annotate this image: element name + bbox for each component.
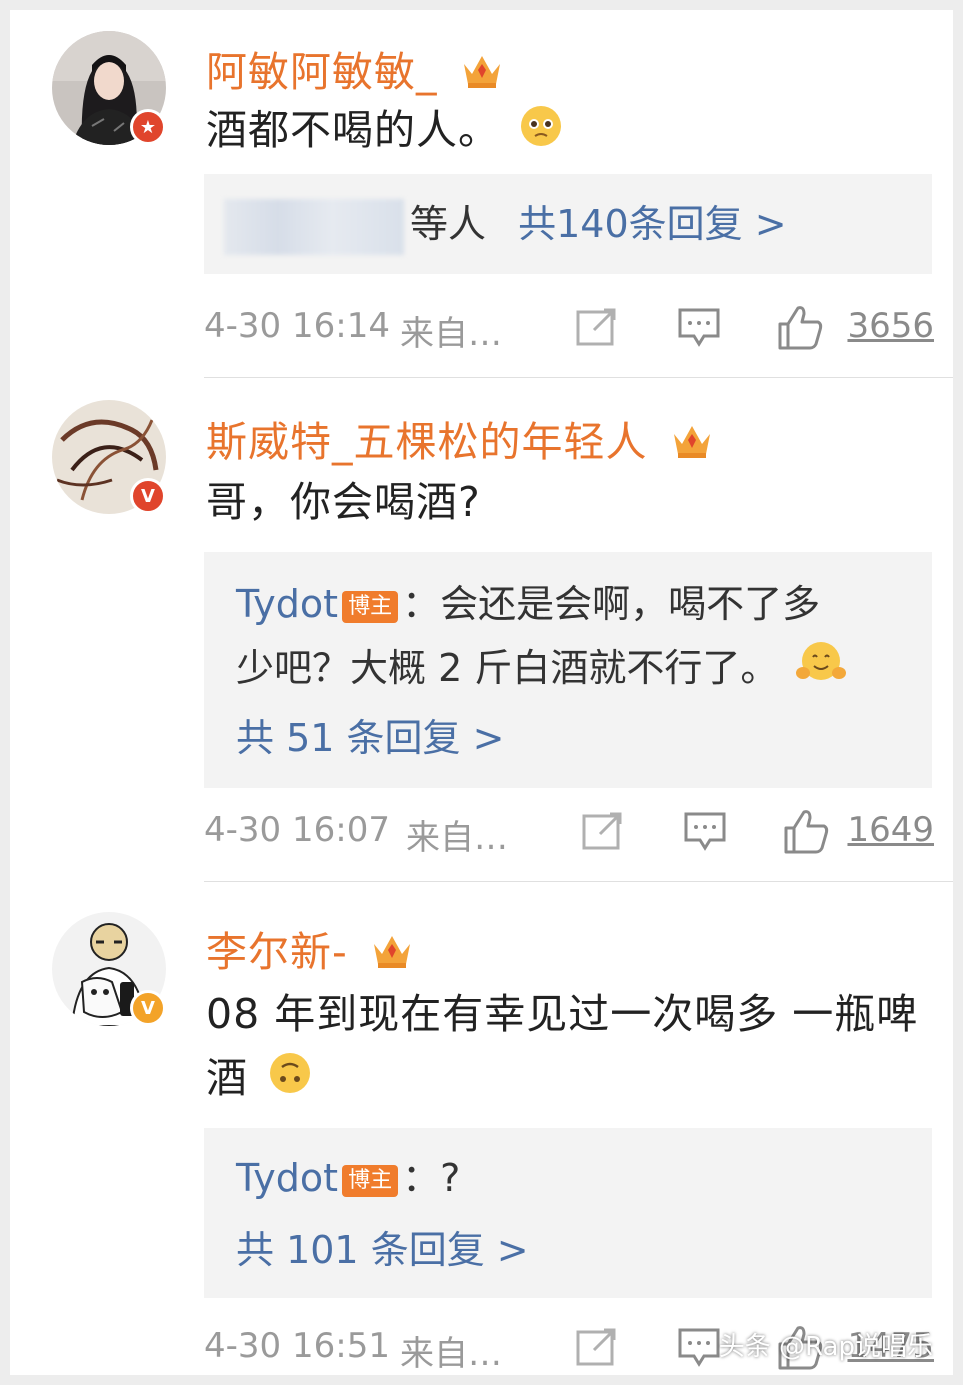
- source-label: 来自…: [406, 818, 508, 858]
- reply-author[interactable]: Tydot: [236, 582, 338, 626]
- reply-text: ：?: [402, 1156, 461, 1200]
- like-icon[interactable]: [776, 304, 824, 359]
- username[interactable]: 斯威特_五棵松的年轻人: [206, 408, 714, 470]
- source-label: 来自…: [400, 1334, 502, 1374]
- comment-text: 哥，你会喝酒?: [206, 478, 481, 526]
- crown-icon: [670, 420, 714, 470]
- hugging-face-icon: [796, 639, 847, 702]
- share-icon[interactable]: [576, 1328, 618, 1375]
- timestamp: 4-30 16:51: [204, 1326, 390, 1366]
- reply-count-link[interactable]: 共 51 条回复 >: [236, 708, 504, 768]
- comment-list: ★ 阿敏阿敏敏_ 酒都不喝的人。 等人 共140条回复 > 4-30 16:14…: [10, 10, 953, 1375]
- comment-item: V 李尔新- 08 年到现在有幸见过一次喝多 一瓶啤 酒 Tydot 博主：? 共…: [10, 884, 953, 1375]
- reply-count-link[interactable]: 共 101 条回复 >: [236, 1220, 529, 1280]
- username[interactable]: 李尔新-: [206, 918, 414, 980]
- comment-meta: 4-30 16:14 来自… 3656: [204, 306, 934, 356]
- reply-preview[interactable]: Tydot 博主 ：会还是会啊，喝不了多 少吧？大概 2 斤白酒就不行了。 共 51…: [204, 552, 932, 788]
- verified-v-icon: V: [130, 478, 166, 514]
- like-count[interactable]: 3656: [847, 306, 934, 346]
- comment-icon[interactable]: [678, 1328, 720, 1375]
- comment-icon[interactable]: [678, 308, 720, 357]
- source-label: 来自…: [400, 314, 502, 354]
- comment-meta: 4-30 16:07 来自… 1649: [204, 810, 934, 860]
- reply-text: 少吧？大概 2 斤白酒就不行了。: [236, 646, 779, 690]
- comment-text: 08 年到现在有幸见过一次喝多 一瓶啤: [206, 990, 919, 1038]
- pleading-face-icon: [520, 101, 562, 165]
- star-badge-icon: ★: [130, 109, 166, 145]
- reply-summary[interactable]: 等人 共140条回复 >: [204, 174, 932, 274]
- author-tag: 博主: [342, 1164, 399, 1197]
- username[interactable]: 阿敏阿敏敏_: [206, 38, 504, 100]
- reply-text: ：会还是会啊，喝不了多: [402, 582, 821, 626]
- comment-text: 酒: [206, 1046, 312, 1113]
- timestamp: 4-30 16:14: [204, 306, 390, 346]
- reply-preview[interactable]: Tydot 博主：? 共 101 条回复 >: [204, 1128, 932, 1298]
- comment-item: ★ 阿敏阿敏敏_ 酒都不喝的人。 等人 共140条回复 > 4-30 16:14…: [10, 10, 953, 380]
- like-count[interactable]: 1649: [847, 810, 934, 850]
- divider: [204, 377, 953, 378]
- author-tag: 博主: [342, 590, 399, 623]
- share-icon[interactable]: [576, 308, 618, 355]
- watermark: 头条 @Rap说唱乐: [718, 1332, 933, 1362]
- comment-icon[interactable]: [684, 812, 726, 861]
- divider: [204, 881, 953, 882]
- upside-down-face-icon: [268, 1049, 312, 1113]
- timestamp: 4-30 16:07: [204, 810, 390, 850]
- comment-text: 酒都不喝的人。: [206, 98, 562, 165]
- reply-author[interactable]: Tydot: [236, 1156, 338, 1200]
- reply-count-link[interactable]: 共140条回复 >: [518, 202, 786, 246]
- verified-v-icon: V: [130, 990, 166, 1026]
- comment-item: V 斯威特_五棵松的年轻人 哥，你会喝酒? Tydot 博主 ：会还是会啊，喝不了多…: [10, 380, 953, 884]
- share-icon[interactable]: [582, 812, 624, 859]
- like-icon[interactable]: [782, 808, 830, 863]
- blurred-usernames: [224, 198, 404, 255]
- crown-icon: [370, 930, 414, 980]
- crown-icon: [460, 50, 504, 100]
